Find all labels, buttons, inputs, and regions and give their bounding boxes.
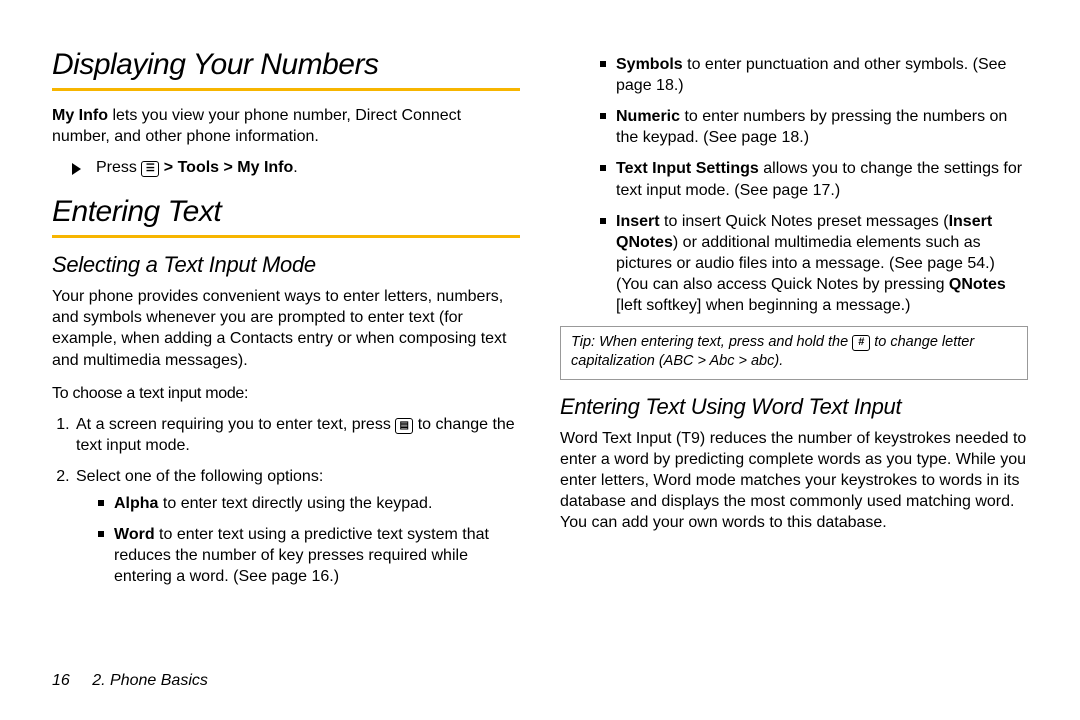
choose-mode-label: To choose a text input mode: bbox=[52, 383, 520, 404]
option-word: Word to enter text using a predictive te… bbox=[98, 524, 520, 587]
option-insert-text2: ) or additional multimedia elements such… bbox=[616, 234, 995, 293]
tip-box: Tip: When entering text, press and hold … bbox=[560, 326, 1028, 380]
option-word-label: Word bbox=[114, 526, 155, 543]
myinfo-paragraph: My Info lets you view your phone number,… bbox=[52, 105, 520, 147]
select-mode-paragraph: Your phone provides convenient ways to e… bbox=[52, 286, 520, 370]
options-list-right: Symbols to enter punctuation and other s… bbox=[560, 54, 1028, 316]
step-1: At a screen requiring you to enter text,… bbox=[74, 414, 520, 456]
option-insert-qnotes2: QNotes bbox=[949, 276, 1006, 293]
option-numeric: Numeric to enter numbers by pressing the… bbox=[600, 106, 1028, 148]
option-word-text: to enter text using a predictive text sy… bbox=[114, 526, 489, 585]
steps-list: At a screen requiring you to enter text,… bbox=[74, 414, 520, 588]
rule bbox=[52, 88, 520, 91]
option-tis-label: Text Input Settings bbox=[616, 160, 759, 177]
option-numeric-label: Numeric bbox=[616, 108, 680, 125]
tip-text-a: When entering text, press and hold the bbox=[595, 334, 852, 350]
page-footer: 16 2. Phone Basics bbox=[52, 672, 1028, 690]
myinfo-bold: My Info bbox=[52, 107, 108, 124]
step1-text-a: At a screen requiring you to enter text,… bbox=[76, 416, 395, 433]
menu-key-icon bbox=[141, 161, 159, 177]
options-list-left: Alpha to enter text directly using the k… bbox=[76, 493, 520, 587]
step-2: Select one of the following options: Alp… bbox=[74, 466, 520, 588]
press-path: > Tools > My Info bbox=[159, 159, 293, 176]
option-alpha-label: Alpha bbox=[114, 495, 158, 512]
triangle-bullet-icon bbox=[72, 163, 81, 175]
chapter-title: 2. Phone Basics bbox=[92, 672, 208, 689]
press-instruction: Press > Tools > My Info. bbox=[52, 159, 520, 177]
right-column: Symbols to enter punctuation and other s… bbox=[560, 48, 1028, 662]
tip-label: Tip: bbox=[571, 334, 595, 350]
page-number: 16 bbox=[52, 672, 70, 689]
option-insert-label: Insert bbox=[616, 213, 660, 230]
option-symbols-label: Symbols bbox=[616, 56, 683, 73]
left-column: Displaying Your Numbers My Info lets you… bbox=[52, 48, 520, 662]
step2-text: Select one of the following options: bbox=[76, 468, 323, 485]
option-alpha-text: to enter text directly using the keypad. bbox=[158, 495, 432, 512]
option-insert: Insert to insert Quick Notes preset mess… bbox=[600, 211, 1028, 317]
option-insert-text1: to insert Quick Notes preset messages ( bbox=[660, 213, 949, 230]
press-word: Press bbox=[96, 159, 141, 176]
rule bbox=[52, 235, 520, 238]
press-dot: . bbox=[293, 159, 297, 176]
hash-key-icon bbox=[852, 335, 870, 351]
option-insert-text3: [left softkey] when beginning a message.… bbox=[616, 297, 910, 314]
heading-entering-text: Entering Text bbox=[52, 195, 520, 229]
option-alpha: Alpha to enter text directly using the k… bbox=[98, 493, 520, 514]
myinfo-text: lets you view your phone number, Direct … bbox=[52, 107, 461, 145]
option-symbols: Symbols to enter punctuation and other s… bbox=[600, 54, 1028, 96]
options-key-icon bbox=[395, 418, 413, 434]
subheading-word-text-input: Entering Text Using Word Text Input bbox=[560, 394, 1028, 420]
heading-displaying-numbers: Displaying Your Numbers bbox=[52, 48, 520, 82]
subheading-select-mode: Selecting a Text Input Mode bbox=[52, 252, 520, 278]
option-text-input-settings: Text Input Settings allows you to change… bbox=[600, 158, 1028, 200]
word-text-input-paragraph: Word Text Input (T9) reduces the number … bbox=[560, 428, 1028, 534]
